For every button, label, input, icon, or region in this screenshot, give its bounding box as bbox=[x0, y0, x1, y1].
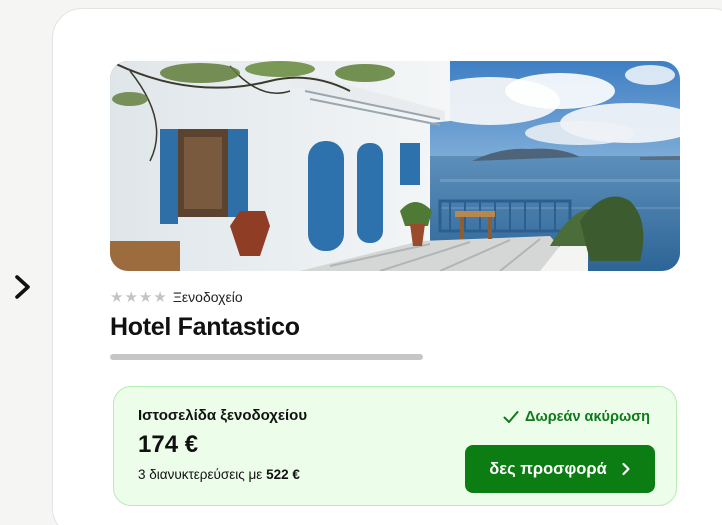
page: ★ ★ ★ ★ Ξενοδοχείο Hotel Fantastico Ιστο… bbox=[0, 0, 722, 525]
total-price: 522 € bbox=[266, 467, 300, 482]
free-cancellation: Δωρεάν ακύρωση bbox=[503, 409, 650, 425]
offer-box[interactable]: Ιστοσελίδα ξενοδοχείου 174 € 3 διανυκτερ… bbox=[113, 386, 677, 506]
star-icon: ★ bbox=[110, 288, 124, 306]
star-icon: ★ bbox=[124, 288, 138, 306]
chevron-right-icon bbox=[15, 275, 30, 299]
offer-provider: Ιστοσελίδα ξενοδοχείου bbox=[138, 407, 308, 424]
star-rating: ★ ★ ★ ★ bbox=[110, 290, 167, 305]
loading-placeholder-bar bbox=[110, 354, 423, 360]
hotel-category: Ξενοδοχείο bbox=[172, 289, 243, 305]
view-deal-label: δες προσφορά bbox=[489, 459, 607, 478]
free-cancellation-label: Δωρεάν ακύρωση bbox=[525, 409, 650, 425]
star-icon: ★ bbox=[153, 288, 167, 306]
chevron-right-icon bbox=[622, 462, 630, 476]
hotel-card: ★ ★ ★ ★ Ξενοδοχείο Hotel Fantastico Ιστο… bbox=[52, 8, 722, 525]
hotel-name[interactable]: Hotel Fantastico bbox=[110, 313, 300, 342]
nights-label: 3 διανυκτερεύσεις με bbox=[138, 467, 263, 482]
carousel-arrow-button[interactable] bbox=[8, 270, 38, 304]
star-icon: ★ bbox=[138, 288, 153, 306]
hotel-meta: ★ ★ ★ ★ Ξενοδοχείο bbox=[110, 287, 243, 307]
offer-nights-total: 3 διανυκτερεύσεις με 522 € bbox=[138, 467, 300, 482]
checkmark-icon bbox=[503, 411, 519, 423]
hotel-photo[interactable] bbox=[110, 61, 680, 271]
offer-price: 174 € bbox=[138, 431, 199, 458]
view-deal-button[interactable]: δες προσφορά bbox=[465, 445, 655, 493]
hotel-photo-illustration bbox=[110, 61, 680, 271]
